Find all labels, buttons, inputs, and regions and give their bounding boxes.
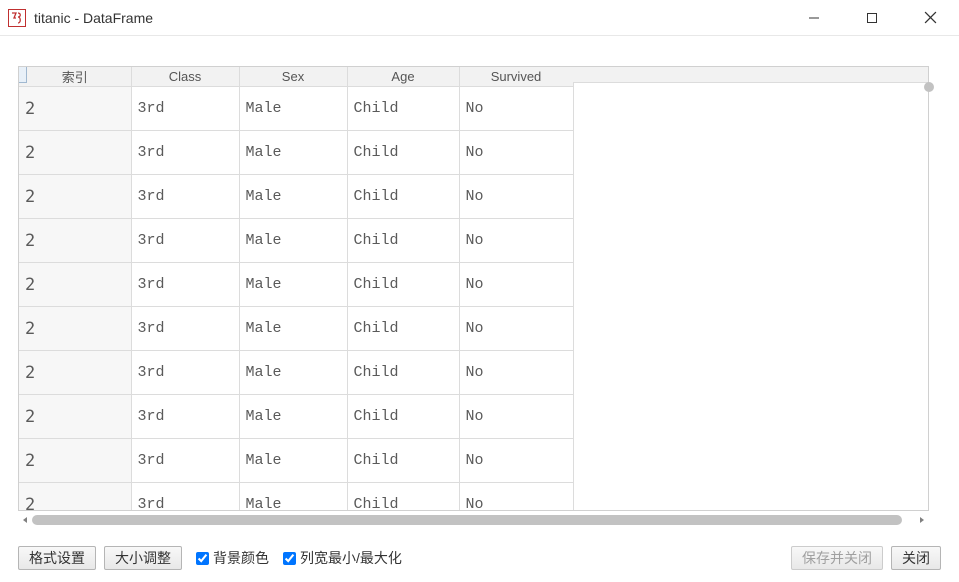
minimize-button[interactable] [785, 0, 843, 36]
cell-class[interactable]: 3rd [131, 483, 239, 512]
table-row[interactable]: 23rdMaleChildNo [19, 307, 573, 351]
cell-sex[interactable]: Male [239, 351, 347, 395]
bgcolor-checkbox[interactable] [196, 552, 209, 565]
resize-button[interactable]: 大小调整 [104, 546, 182, 570]
cell-age[interactable]: Child [347, 87, 459, 131]
cell-sex[interactable]: Male [239, 395, 347, 439]
dataframe-table: 索引 Class Sex Age Survived 23rdMaleChildN… [19, 67, 574, 511]
header-age[interactable]: Age [347, 67, 459, 87]
app-icon [8, 9, 26, 27]
header-filler [573, 67, 928, 83]
horizontal-scrollbar[interactable] [18, 513, 929, 527]
window-title: titanic - DataFrame [34, 10, 153, 26]
cell-class[interactable]: 3rd [131, 175, 239, 219]
header-sex[interactable]: Sex [239, 67, 347, 87]
table-row[interactable]: 23rdMaleChildNo [19, 219, 573, 263]
cell-sex[interactable]: Male [239, 175, 347, 219]
cell-sex[interactable]: Male [239, 87, 347, 131]
cell-sex[interactable]: Male [239, 483, 347, 512]
scroll-track-v[interactable] [922, 70, 936, 515]
cell-sex[interactable]: Male [239, 439, 347, 483]
table-row[interactable]: 23rdMaleChildNo [19, 439, 573, 483]
cell-index[interactable]: 2 [19, 307, 131, 351]
cell-survived[interactable]: No [459, 131, 573, 175]
cell-index[interactable]: 2 [19, 175, 131, 219]
table-viewport: 索引 Class Sex Age Survived 23rdMaleChildN… [18, 66, 929, 511]
cell-survived[interactable]: No [459, 175, 573, 219]
vertical-scrollbar[interactable] [922, 70, 936, 515]
window-controls [785, 0, 959, 35]
dataframe-window: titanic - DataFrame 索引 [0, 0, 959, 582]
cell-survived[interactable]: No [459, 439, 573, 483]
cell-survived[interactable]: No [459, 351, 573, 395]
header-survived[interactable]: Survived [459, 67, 573, 87]
scroll-track-h[interactable] [32, 513, 915, 527]
cell-survived[interactable]: No [459, 87, 573, 131]
cell-class[interactable]: 3rd [131, 351, 239, 395]
cell-sex[interactable]: Male [239, 219, 347, 263]
cell-survived[interactable]: No [459, 395, 573, 439]
cell-class[interactable]: 3rd [131, 439, 239, 483]
header-index[interactable]: 索引 [19, 67, 131, 87]
cell-sex[interactable]: Male [239, 263, 347, 307]
table-row[interactable]: 23rdMaleChildNo [19, 263, 573, 307]
scroll-thumb-v[interactable] [924, 82, 934, 92]
cell-age[interactable]: Child [347, 351, 459, 395]
format-settings-button[interactable]: 格式设置 [18, 546, 96, 570]
close-button[interactable]: 关闭 [891, 546, 941, 570]
cell-index[interactable]: 2 [19, 439, 131, 483]
close-window-button[interactable] [901, 0, 959, 36]
footer-toolbar: 格式设置 大小调整 背景颜色 列宽最小/最大化 保存并关闭 关闭 [0, 538, 959, 582]
table-row[interactable]: 23rdMaleChildNo [19, 351, 573, 395]
cell-survived[interactable]: No [459, 263, 573, 307]
colwidth-label: 列宽最小/最大化 [300, 548, 402, 568]
cell-index[interactable]: 2 [19, 395, 131, 439]
cell-survived[interactable]: No [459, 219, 573, 263]
cell-age[interactable]: Child [347, 483, 459, 512]
cell-class[interactable]: 3rd [131, 395, 239, 439]
cell-age[interactable]: Child [347, 395, 459, 439]
cell-age[interactable]: Child [347, 219, 459, 263]
save-and-close-button[interactable]: 保存并关闭 [791, 546, 883, 570]
cell-class[interactable]: 3rd [131, 219, 239, 263]
scroll-thumb-h[interactable] [32, 515, 902, 525]
maximize-button[interactable] [843, 0, 901, 36]
cell-age[interactable]: Child [347, 175, 459, 219]
table-row[interactable]: 23rdMaleChildNo [19, 395, 573, 439]
table-header-row: 索引 Class Sex Age Survived [19, 67, 573, 87]
table-corner-select[interactable] [19, 67, 27, 83]
cell-survived[interactable]: No [459, 307, 573, 351]
cell-age[interactable]: Child [347, 307, 459, 351]
cell-survived[interactable]: No [459, 483, 573, 512]
cell-index[interactable]: 2 [19, 219, 131, 263]
cell-class[interactable]: 3rd [131, 263, 239, 307]
titlebar: titanic - DataFrame [0, 0, 959, 36]
cell-index[interactable]: 2 [19, 351, 131, 395]
cell-sex[interactable]: Male [239, 131, 347, 175]
header-class[interactable]: Class [131, 67, 239, 87]
cell-index[interactable]: 2 [19, 483, 131, 512]
scroll-left-button[interactable] [18, 513, 32, 527]
cell-age[interactable]: Child [347, 263, 459, 307]
bgcolor-checkbox-wrap[interactable]: 背景颜色 [196, 548, 269, 568]
cell-sex[interactable]: Male [239, 307, 347, 351]
cell-index[interactable]: 2 [19, 263, 131, 307]
colwidth-checkbox[interactable] [283, 552, 296, 565]
table-row[interactable]: 23rdMaleChildNo [19, 87, 573, 131]
table-row[interactable]: 23rdMaleChildNo [19, 483, 573, 512]
cell-age[interactable]: Child [347, 439, 459, 483]
colwidth-checkbox-wrap[interactable]: 列宽最小/最大化 [283, 548, 402, 568]
cell-index[interactable]: 2 [19, 87, 131, 131]
scroll-right-button[interactable] [915, 513, 929, 527]
cell-index[interactable]: 2 [19, 131, 131, 175]
cell-age[interactable]: Child [347, 131, 459, 175]
cell-class[interactable]: 3rd [131, 131, 239, 175]
cell-class[interactable]: 3rd [131, 307, 239, 351]
bgcolor-label: 背景颜色 [213, 548, 269, 568]
table-row[interactable]: 23rdMaleChildNo [19, 175, 573, 219]
cell-class[interactable]: 3rd [131, 87, 239, 131]
content-area: 索引 Class Sex Age Survived 23rdMaleChildN… [0, 36, 959, 538]
table-row[interactable]: 23rdMaleChildNo [19, 131, 573, 175]
